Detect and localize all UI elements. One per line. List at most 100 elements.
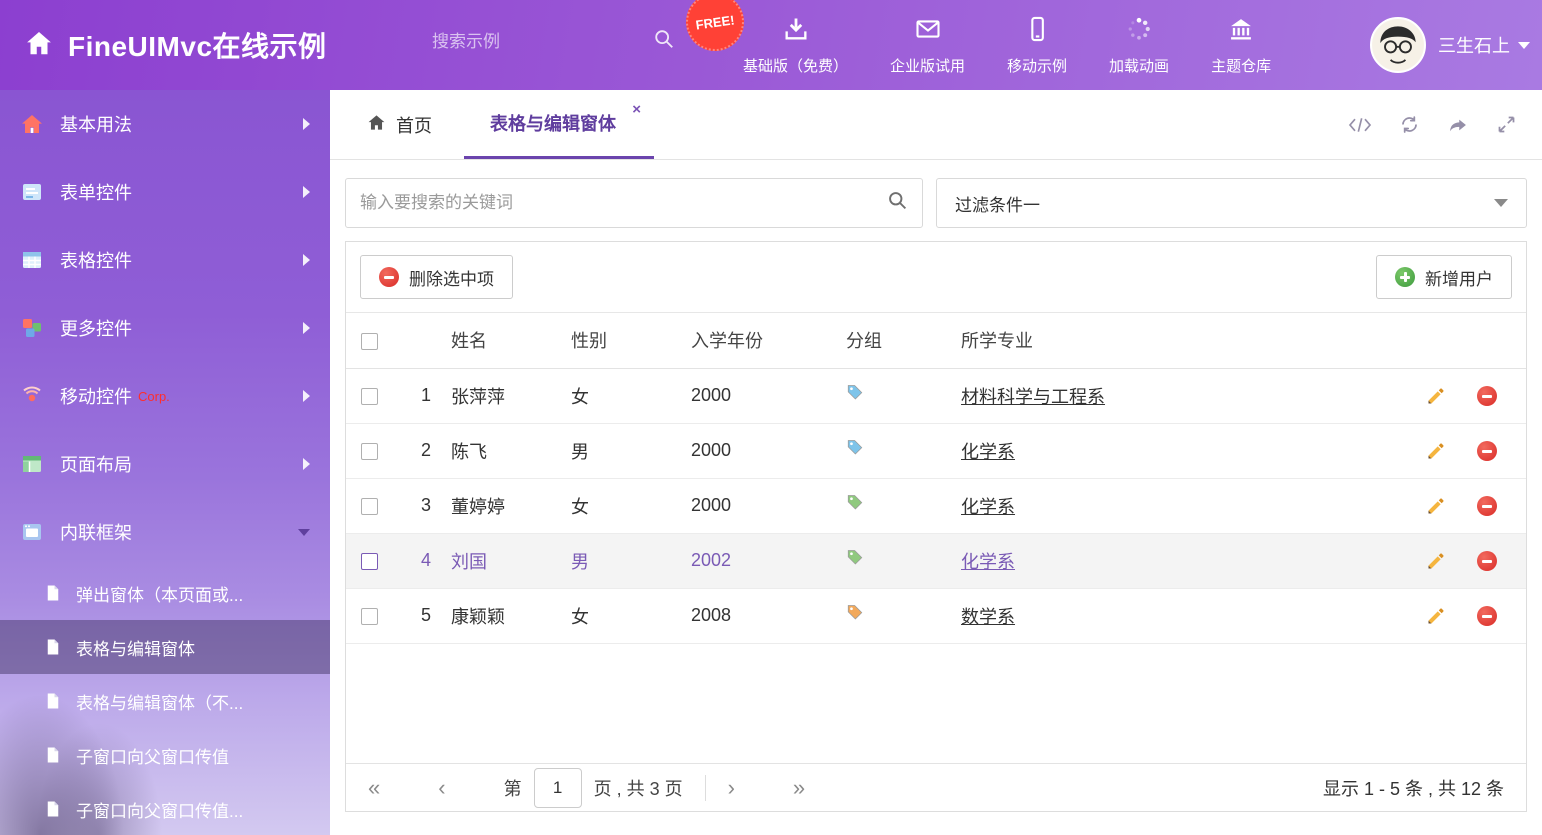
- header-search-input[interactable]: [432, 32, 653, 52]
- delete-row-icon[interactable]: [1477, 496, 1497, 516]
- user-menu[interactable]: 三生石上: [1370, 0, 1530, 90]
- column-header-year[interactable]: 入学年份: [681, 313, 836, 368]
- edit-pencil-icon[interactable]: [1426, 496, 1446, 516]
- row-checkbox[interactable]: [361, 443, 378, 460]
- pagination-bar: « ‹ 第 页 , 共 3 页 › » 显示 1 - 5 条 , 共 12 条: [346, 763, 1526, 811]
- keyword-search-input[interactable]: [360, 193, 887, 213]
- refresh-icon[interactable]: [1399, 114, 1420, 135]
- nav-label: 主题仓库: [1211, 55, 1271, 76]
- column-header-group[interactable]: 分组: [836, 313, 951, 368]
- delete-row-icon[interactable]: [1477, 551, 1497, 571]
- layout-icon: [20, 452, 44, 476]
- delete-row-icon[interactable]: [1477, 606, 1497, 626]
- sidebar-subitem-popup[interactable]: 弹出窗体（本页面或...: [0, 566, 330, 620]
- grid-toolbar: 删除选中项 新增用户: [346, 242, 1526, 313]
- file-icon: [44, 691, 62, 711]
- add-user-button[interactable]: 新增用户: [1376, 255, 1512, 299]
- brand[interactable]: FineUIMvc在线示例: [24, 25, 327, 65]
- major-link[interactable]: 材料科学与工程系: [961, 387, 1105, 407]
- nav-label: 企业版试用: [890, 55, 965, 76]
- filter-select[interactable]: 过滤条件一: [936, 178, 1527, 228]
- home-icon: [24, 28, 54, 63]
- sidebar-item-layout[interactable]: 页面布局: [0, 430, 330, 498]
- sidebar-subitem-label: 弹出窗体（本页面或...: [76, 581, 243, 606]
- nav-item-mobile[interactable]: 移动示例: [986, 0, 1088, 90]
- cell-name: 董婷婷: [441, 478, 561, 533]
- column-header-name[interactable]: 姓名: [441, 313, 561, 368]
- sidebar-subitem-child-to-parent[interactable]: 子窗口向父窗口传值: [0, 728, 330, 782]
- cell-year: 2000: [681, 368, 836, 423]
- tab-actions: [1348, 90, 1542, 159]
- file-icon: [44, 583, 62, 603]
- table-row[interactable]: 2 陈飞 男 2000 化学系: [346, 423, 1526, 478]
- major-link[interactable]: 化学系: [961, 497, 1015, 517]
- page-input[interactable]: [534, 768, 582, 808]
- delete-row-icon[interactable]: [1477, 441, 1497, 461]
- delete-selected-button[interactable]: 删除选中项: [360, 255, 513, 299]
- edit-pencil-icon[interactable]: [1426, 441, 1446, 461]
- first-page-button[interactable]: «: [368, 777, 380, 799]
- column-header-major[interactable]: 所学专业: [951, 313, 1416, 368]
- prev-page-button[interactable]: ‹: [438, 777, 445, 799]
- last-page-button[interactable]: »: [793, 777, 805, 799]
- sidebar-item-label: 表单控件: [60, 179, 132, 205]
- edit-pencil-icon[interactable]: [1426, 386, 1446, 406]
- search-icon[interactable]: [653, 28, 675, 55]
- column-header-gender[interactable]: 性别: [561, 313, 681, 368]
- major-link[interactable]: 化学系: [961, 552, 1015, 572]
- sidebar-item-label: 移动控件: [60, 383, 132, 409]
- sidebar: 基本用法 表单控件 表格控件 更多控件: [0, 90, 330, 835]
- cell-gender: 女: [561, 478, 681, 533]
- tab-grid-edit-window[interactable]: 表格与编辑窗体 ×: [464, 90, 654, 159]
- sidebar-item-basic[interactable]: 基本用法: [0, 90, 330, 158]
- caret-down-icon: [1518, 42, 1530, 49]
- expand-icon[interactable]: [1496, 114, 1517, 135]
- next-page-button[interactable]: ›: [728, 777, 735, 799]
- close-icon[interactable]: ×: [632, 102, 641, 117]
- edit-pencil-icon[interactable]: [1426, 551, 1446, 571]
- filter-row: 过滤条件一: [345, 178, 1527, 228]
- select-all-checkbox[interactable]: [361, 333, 378, 350]
- major-link[interactable]: 数学系: [961, 607, 1015, 627]
- search-icon[interactable]: [887, 190, 908, 216]
- tag-icon: [846, 384, 864, 402]
- major-link[interactable]: 化学系: [961, 442, 1015, 462]
- sidebar-item-mobile[interactable]: 移动控件 Corp.: [0, 362, 330, 430]
- table-row[interactable]: 1 张萍萍 女 2000 材料科学与工程系: [346, 368, 1526, 423]
- table-row[interactable]: 3 董婷婷 女 2000 化学系: [346, 478, 1526, 533]
- tag-icon: [846, 604, 864, 622]
- row-checkbox[interactable]: [361, 498, 378, 515]
- row-checkbox[interactable]: [361, 608, 378, 625]
- keyword-search-box: [345, 178, 923, 228]
- sidebar-subitem-label: 表格与编辑窗体（不...: [76, 689, 243, 714]
- sidebar-subitem-grid-edit-window-2[interactable]: 表格与编辑窗体（不...: [0, 674, 330, 728]
- sidebar-subitem-grid-edit-window[interactable]: 表格与编辑窗体: [0, 620, 330, 674]
- chevron-right-icon: [303, 254, 310, 266]
- row-checkbox[interactable]: [361, 553, 378, 570]
- row-number: 5: [406, 588, 441, 643]
- nav-item-basic[interactable]: 基础版（免费）: [722, 0, 869, 90]
- table-row[interactable]: 5 康颖颖 女 2008 数学系: [346, 588, 1526, 643]
- nav-item-themes[interactable]: 主题仓库: [1190, 0, 1292, 90]
- table-row-selected[interactable]: 4 刘国 男 2002 化学系: [346, 533, 1526, 588]
- sidebar-subitem-child-to-parent-2[interactable]: 子窗口向父窗口传值...: [0, 782, 330, 835]
- sidebar-item-label: 基本用法: [60, 111, 132, 137]
- forward-icon[interactable]: [1447, 115, 1469, 135]
- edit-pencil-icon[interactable]: [1426, 606, 1446, 626]
- nav-item-enterprise[interactable]: 企业版试用: [869, 0, 986, 90]
- delete-row-icon[interactable]: [1477, 386, 1497, 406]
- sidebar-item-more[interactable]: 更多控件: [0, 294, 330, 362]
- sidebar-item-iframe[interactable]: 内联框架: [0, 498, 330, 566]
- caret-down-icon: [1494, 199, 1508, 207]
- row-number: 1: [406, 368, 441, 423]
- chevron-right-icon: [303, 186, 310, 198]
- nav-item-loading[interactable]: 加载动画: [1088, 0, 1190, 90]
- mobile-control-icon: [20, 384, 44, 408]
- row-checkbox[interactable]: [361, 388, 378, 405]
- records-summary: 显示 1 - 5 条 , 共 12 条: [1323, 775, 1504, 801]
- tab-home[interactable]: 首页: [345, 90, 454, 159]
- sidebar-item-form[interactable]: 表单控件: [0, 158, 330, 226]
- sidebar-item-grid[interactable]: 表格控件: [0, 226, 330, 294]
- code-icon[interactable]: [1348, 115, 1372, 135]
- nav-label: 移动示例: [1007, 55, 1067, 76]
